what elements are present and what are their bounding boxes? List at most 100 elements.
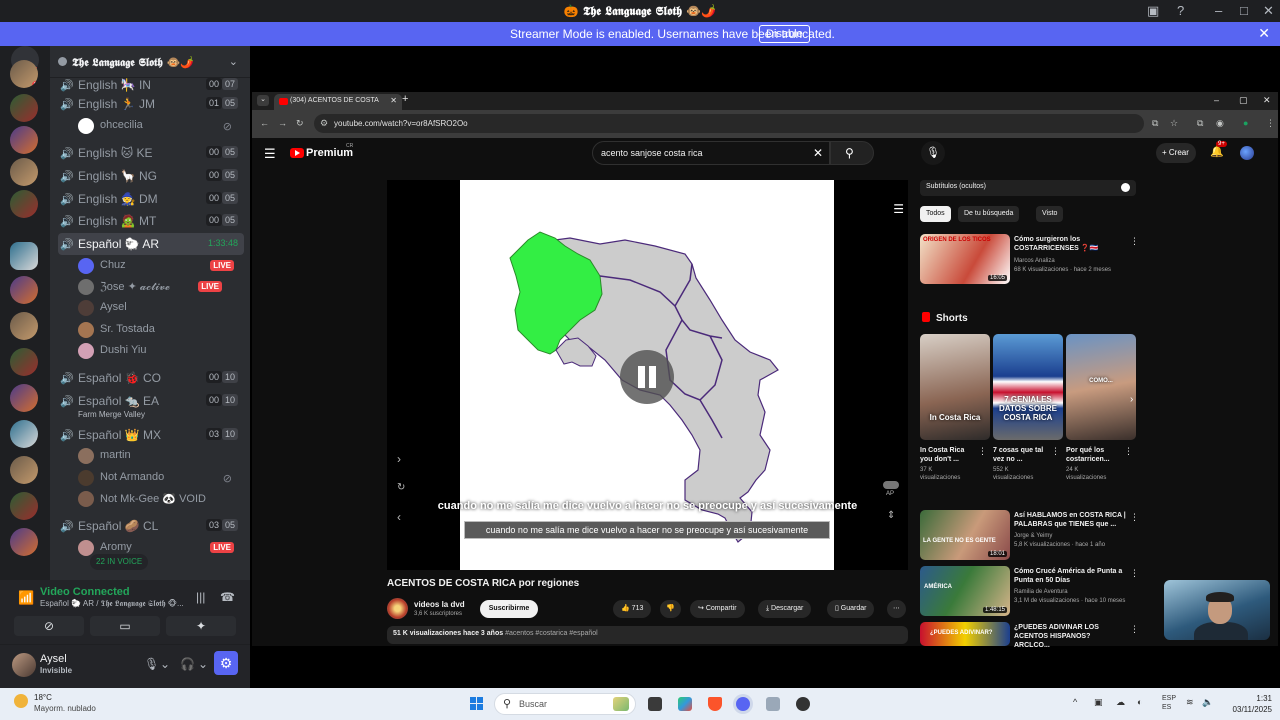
- short-title[interactable]: Por qué los costarricen...: [1066, 446, 1118, 464]
- user-name[interactable]: Aysel: [40, 653, 67, 665]
- channel-name[interactable]: Jorge & Yeimy: [1014, 532, 1052, 540]
- windows-start-icon[interactable]: [470, 697, 484, 711]
- in-voice-pill[interactable]: 22 IN VOICE: [90, 554, 149, 570]
- close-tab-icon[interactable]: ✕: [390, 96, 397, 105]
- more-options-icon[interactable]: ⋮: [1130, 568, 1139, 579]
- voice-channel-espanol-cl[interactable]: 🔊 Español 🥔 CL 03 05: [58, 515, 244, 537]
- short-thumbnail[interactable]: In Costa Rica: [920, 334, 990, 440]
- save-button[interactable]: ▯ Guardar: [827, 600, 875, 618]
- video-thumbnail[interactable]: LA GENTE NO ES GENTE 18:01: [920, 510, 1010, 560]
- disable-streamer-mode-button[interactable]: Disable: [759, 25, 810, 43]
- browser-menu-icon[interactable]: ⋮: [1266, 118, 1275, 129]
- profile-icon[interactable]: ●: [1243, 118, 1248, 128]
- pause-button[interactable]: [620, 350, 674, 404]
- more-actions-icon[interactable]: ⋯: [887, 600, 906, 618]
- microphone-icon[interactable]: 🎙: [144, 657, 159, 671]
- tab-menu-icon[interactable]: ⌄: [257, 95, 269, 106]
- site-info-icon[interactable]: ⚙: [320, 118, 328, 129]
- chevron-down-icon[interactable]: ⌄: [198, 657, 208, 671]
- voice-channel-espanol-co[interactable]: 🔊 Español 🐞 CO 00 10: [58, 367, 244, 389]
- language-indicator[interactable]: ESP ES: [1162, 694, 1176, 712]
- clear-search-icon[interactable]: ✕: [813, 146, 823, 160]
- server-icon[interactable]: [10, 158, 38, 186]
- app-icon[interactable]: [766, 697, 780, 711]
- voice-user[interactable]: Not Mk-Gee 🐼 VOID: [78, 489, 244, 509]
- channel-name[interactable]: Marcos Analiza: [1014, 257, 1055, 265]
- video-description[interactable]: 51 K visualizaciones hace 3 años #acento…: [387, 626, 908, 644]
- short-title[interactable]: In Costa Rica you don't ...: [920, 446, 972, 464]
- previous-arrow-icon[interactable]: ‹: [397, 510, 401, 524]
- subtitles-dropdown[interactable]: Subtítulos (ocultos): [920, 180, 1136, 196]
- autoplay-toggle[interactable]: [883, 481, 899, 489]
- chip-from-search[interactable]: De tu búsqueda: [958, 206, 1020, 222]
- server-icon[interactable]: [10, 384, 38, 412]
- channel-name[interactable]: Ramilia de Aventura: [1014, 588, 1068, 596]
- voice-channel-espanol-ea[interactable]: 🔊 Español 🐀 EA 00 10: [58, 390, 244, 412]
- maximize-icon[interactable]: □: [1240, 3, 1248, 18]
- bookmark-star-icon[interactable]: ☆: [1170, 118, 1178, 129]
- tray-app-icon[interactable]: ▣: [1094, 697, 1103, 708]
- server-icon[interactable]: [10, 190, 38, 218]
- share-button[interactable]: ↪ Compartir: [690, 600, 745, 618]
- help-icon[interactable]: ?: [1177, 3, 1184, 18]
- extensions-icon[interactable]: ⧉: [1197, 118, 1203, 129]
- minimize-icon[interactable]: –: [1214, 95, 1219, 105]
- server-icon-selected[interactable]: [10, 242, 38, 270]
- maximize-icon[interactable]: ▢: [1239, 95, 1248, 106]
- notifications-icon[interactable]: 🔔 9+: [1210, 141, 1227, 158]
- video-thumbnail[interactable]: AMÉRICA 1:48:15: [920, 566, 1010, 616]
- file-explorer-icon[interactable]: [648, 697, 662, 711]
- discord-taskbar-icon[interactable]: [736, 697, 750, 711]
- wifi-icon[interactable]: ≋: [1186, 697, 1194, 708]
- voice-user[interactable]: Chuz LIVE: [78, 256, 244, 276]
- weather-temp[interactable]: 18°C: [34, 693, 52, 702]
- address-bar[interactable]: ⚙ youtube.com/watch?v=or8AfSRO2Oo: [314, 114, 1144, 133]
- video-title[interactable]: Cómo surgieron los COSTARRICENSES ❓🇨🇷: [1014, 235, 1124, 253]
- gear-icon[interactable]: ⚙: [214, 651, 238, 675]
- taskbar-search[interactable]: ⚲ Buscar: [494, 693, 636, 715]
- chevron-down-icon[interactable]: ⌄: [229, 55, 238, 68]
- screen-share-button[interactable]: ▭: [90, 616, 160, 636]
- close-window-icon[interactable]: ✕: [1263, 95, 1271, 106]
- server-icon[interactable]: [10, 492, 38, 520]
- chip-watched[interactable]: Visto: [1036, 206, 1064, 222]
- channel-avatar[interactable]: [387, 598, 408, 619]
- server-icon[interactable]: [10, 126, 38, 154]
- voice-channel-english-ke[interactable]: 🔊 English 🐱 KE 00 05: [58, 142, 244, 164]
- brave-icon[interactable]: [708, 697, 722, 711]
- activities-button[interactable]: ✦: [166, 616, 236, 636]
- tray-app-icon[interactable]: ☁: [1116, 697, 1125, 708]
- hamburger-menu-icon[interactable]: ☰: [264, 146, 276, 162]
- voice-channel-english-dm[interactable]: 🔊 English 🧙 DM 00 05: [58, 188, 244, 210]
- minimize-icon[interactable]: –: [1215, 3, 1222, 18]
- more-options-icon[interactable]: ⋮: [1130, 512, 1139, 523]
- search-button[interactable]: ⚲: [830, 141, 874, 165]
- tray-app-icon[interactable]: ◐: [1137, 697, 1142, 707]
- camera-off-button[interactable]: ⊘: [14, 616, 84, 636]
- playlist-icon[interactable]: ☰: [893, 202, 904, 216]
- channel-name[interactable]: videos la dvd: [414, 600, 465, 609]
- inbox-icon[interactable]: ▣: [1147, 3, 1159, 19]
- server-icon[interactable]: [10, 276, 38, 304]
- more-options-icon[interactable]: ⋮: [978, 446, 987, 457]
- weather-icon[interactable]: [14, 694, 28, 708]
- dislike-button[interactable]: 👎: [660, 600, 681, 618]
- close-banner-icon[interactable]: ✕: [1258, 25, 1270, 42]
- chevron-down-icon[interactable]: ⌄: [160, 657, 170, 671]
- avatar[interactable]: [12, 653, 36, 677]
- browser-tab[interactable]: (304) ACENTOS DE COSTA ✕: [274, 94, 402, 110]
- copilot-icon[interactable]: [678, 697, 692, 711]
- volume-icon[interactable]: 🔈: [1202, 697, 1213, 708]
- hashtags[interactable]: #acentos #costarica #español: [505, 630, 598, 637]
- voice-user[interactable]: martin: [78, 446, 244, 466]
- voice-channel-espanol-mx[interactable]: 🔊 Español 👑 MX 03 10: [58, 424, 244, 446]
- subscribe-button[interactable]: Suscribirme: [480, 600, 538, 618]
- replay-icon[interactable]: ↻: [397, 482, 405, 493]
- chip-all[interactable]: Todos: [920, 206, 951, 222]
- voice-channel-english-jm[interactable]: 🔊 English 🏃 JM 01 05: [58, 93, 244, 115]
- headphones-icon[interactable]: 🎧: [180, 657, 195, 671]
- video-player[interactable]: ☰ › ↻ ‹ AP ⇕ cuando no me salía me dice …: [387, 180, 908, 570]
- stream-browser-window[interactable]: ⌄ (304) ACENTOS DE COSTA ✕ + – ▢ ✕ ← → ↻…: [252, 92, 1278, 649]
- server-icon[interactable]: [10, 94, 38, 122]
- forward-icon[interactable]: →: [278, 118, 287, 128]
